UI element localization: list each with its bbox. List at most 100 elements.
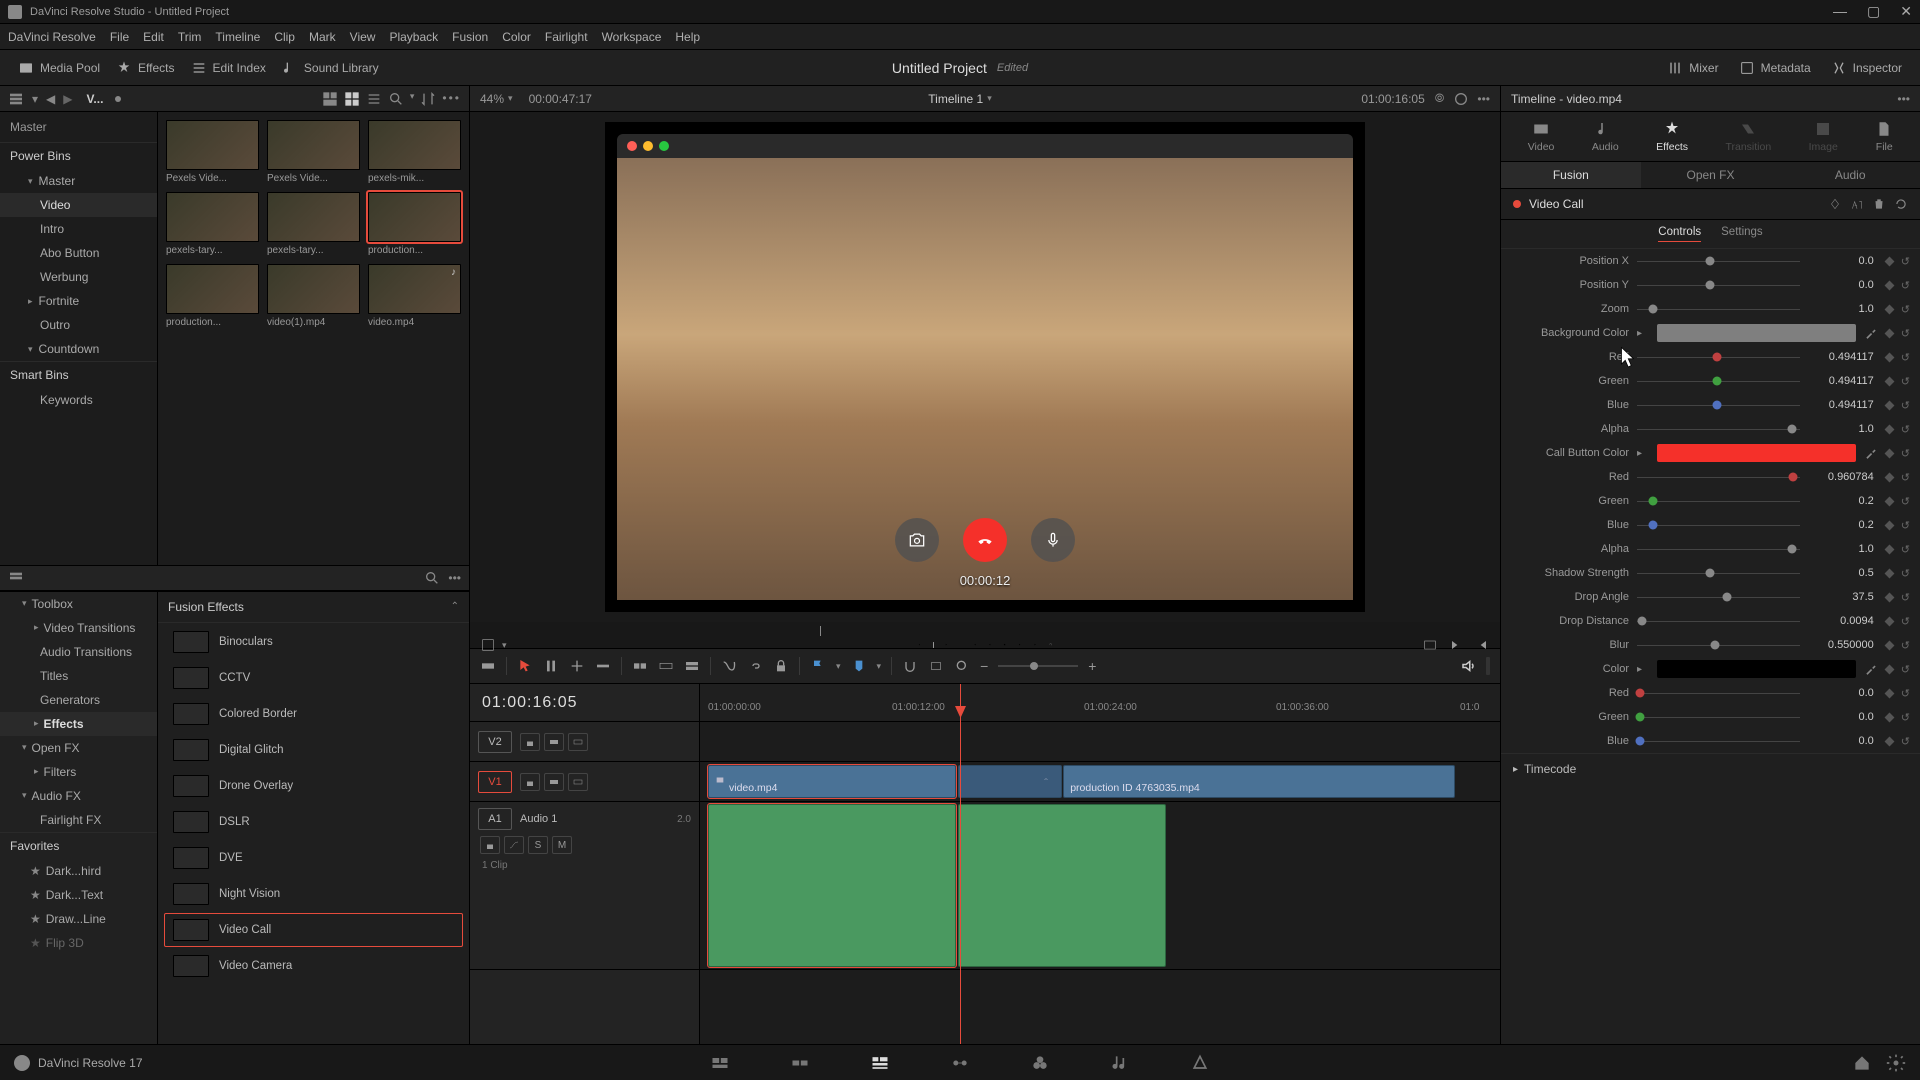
track-v1[interactable]: video.mp4 production ID 4763035.mp4 [700, 762, 1500, 802]
keyframe-toggle[interactable] [1886, 498, 1893, 505]
param-reset-icon[interactable]: ↺ [1901, 303, 1910, 316]
fx-item[interactable]: CCTV [164, 661, 463, 695]
fx-search-icon[interactable] [424, 570, 440, 586]
transport-prev-keyframe-icon[interactable] [918, 643, 921, 646]
track-header-v1[interactable]: V1 [470, 762, 699, 802]
ctrl-tab-controls[interactable]: Controls [1658, 226, 1701, 242]
page-cut-icon[interactable] [790, 1053, 810, 1073]
fx-item[interactable]: Video Call [164, 913, 463, 947]
bypass-icon[interactable] [1453, 91, 1469, 107]
fx-cat[interactable]: Fairlight FX [0, 808, 157, 832]
keyframe-toggle[interactable] [1886, 546, 1893, 553]
fx-cat[interactable]: ▸Video Transitions [0, 616, 157, 640]
sort-icon[interactable] [420, 91, 436, 107]
favorites-header[interactable]: Favorites [0, 832, 157, 859]
lock-icon[interactable] [773, 658, 789, 674]
track-curve-icon[interactable] [504, 836, 524, 854]
view-list-icon[interactable] [366, 91, 382, 107]
replace-icon[interactable] [684, 658, 700, 674]
param-value[interactable]: 1.0 [1808, 543, 1878, 555]
subtab-openfx[interactable]: Open FX [1641, 162, 1781, 188]
transport-first-icon[interactable] [973, 643, 976, 646]
transport-prev-icon[interactable] [988, 643, 991, 646]
fx-cat-effects[interactable]: ▸Effects [0, 712, 157, 736]
media-thumb[interactable]: production... [166, 264, 259, 328]
param-slider[interactable] [1637, 684, 1800, 702]
menu-item[interactable]: Mark [309, 30, 336, 44]
param-slider[interactable] [1637, 348, 1800, 366]
window-close[interactable]: ✕ [1900, 3, 1912, 20]
fx-cat[interactable]: Generators [0, 688, 157, 712]
tab-audio[interactable]: Audio [1586, 118, 1625, 155]
match-frame-icon[interactable] [1422, 637, 1438, 653]
param-reset-icon[interactable]: ↺ [1901, 471, 1910, 484]
param-value[interactable]: 0.2 [1808, 519, 1878, 531]
media-thumb[interactable]: video(1).mp4 [267, 264, 360, 328]
transport-next-clip-icon[interactable] [1448, 637, 1464, 653]
track-enable-icon[interactable] [568, 773, 588, 791]
fx-compose-icon[interactable] [1850, 197, 1864, 211]
link-icon[interactable] [747, 658, 763, 674]
overwrite-icon[interactable] [658, 658, 674, 674]
fx-trash-icon[interactable] [1872, 197, 1886, 211]
search-icon[interactable] [388, 91, 404, 107]
keyframe-toggle[interactable] [1886, 666, 1893, 673]
media-thumb[interactable]: pexels-mik... [368, 120, 461, 184]
tab-effects[interactable]: Effects [1650, 118, 1694, 155]
zoom-fit-icon[interactable] [928, 658, 944, 674]
bin-item[interactable]: Werbung [0, 265, 157, 289]
param-reset-icon[interactable]: ↺ [1901, 567, 1910, 580]
keyframe-toggle[interactable] [1886, 258, 1893, 265]
fx-cat[interactable]: ▾Open FX [0, 736, 157, 760]
fx-reset-icon[interactable] [1894, 197, 1908, 211]
param-reset-icon[interactable]: ↺ [1901, 519, 1910, 532]
fx-item[interactable]: Video Camera [164, 949, 463, 983]
param-slider[interactable] [1637, 396, 1800, 414]
param-reset-icon[interactable]: ↺ [1901, 663, 1910, 676]
param-value[interactable]: 0.5 [1808, 567, 1878, 579]
param-reset-icon[interactable]: ↺ [1901, 687, 1910, 700]
keyframe-toggle[interactable] [1886, 474, 1893, 481]
bin-keywords[interactable]: Keywords [0, 388, 157, 412]
blade-tool-icon[interactable] [595, 658, 611, 674]
transport-stop-icon[interactable] [1003, 643, 1006, 646]
gang-icon[interactable]: ⦾ [1435, 91, 1446, 106]
menu-item[interactable]: Trim [178, 30, 202, 44]
param-value[interactable]: 0.0094 [1808, 615, 1878, 627]
keyframe-toggle[interactable] [1886, 690, 1893, 697]
track-auto-icon[interactable] [544, 733, 564, 751]
menu-item[interactable]: View [350, 30, 376, 44]
keyframe-toggle[interactable] [1886, 450, 1893, 457]
zoom-percent[interactable]: 44% [480, 92, 504, 106]
param-value[interactable]: 0.0 [1808, 711, 1878, 723]
keyframe-toggle[interactable] [1886, 570, 1893, 577]
retime-icon[interactable] [721, 658, 737, 674]
transport-play-icon[interactable] [1018, 643, 1021, 646]
page-media-icon[interactable] [710, 1053, 730, 1073]
param-reset-icon[interactable]: ↺ [1901, 735, 1910, 748]
fx-cat[interactable]: ▾Audio FX [0, 784, 157, 808]
color-swatch[interactable] [1657, 444, 1856, 462]
param-value[interactable]: 0.0 [1808, 279, 1878, 291]
track-v2[interactable] [700, 722, 1500, 762]
keyframe-toggle[interactable] [1886, 714, 1893, 721]
keyframe-toggle[interactable] [1886, 426, 1893, 433]
param-value[interactable]: 0.0 [1808, 687, 1878, 699]
window-maximize[interactable]: ▢ [1867, 3, 1880, 20]
track-a1[interactable] [700, 802, 1500, 970]
page-fairlight-icon[interactable] [1110, 1053, 1130, 1073]
param-reset-icon[interactable]: ↺ [1901, 351, 1910, 364]
eyedropper-icon[interactable] [1864, 662, 1878, 676]
fx-item[interactable]: DVE [164, 841, 463, 875]
track-header-a1[interactable]: A1 Audio 1 2.0 S M 1 Clip [470, 802, 699, 970]
param-reset-icon[interactable]: ↺ [1901, 327, 1910, 340]
param-reset-icon[interactable]: ↺ [1901, 711, 1910, 724]
transport-loop-icon[interactable] [1049, 643, 1052, 646]
param-slider[interactable] [1637, 564, 1800, 582]
transport-next-keyframe-icon[interactable] [945, 643, 948, 646]
param-slider[interactable] [1637, 372, 1800, 390]
fx-item[interactable]: Colored Border [164, 697, 463, 731]
chevron-right-icon[interactable]: ▸ [1637, 328, 1649, 339]
eyedropper-icon[interactable] [1864, 326, 1878, 340]
edit-index-toggle[interactable]: Edit Index [183, 56, 274, 80]
